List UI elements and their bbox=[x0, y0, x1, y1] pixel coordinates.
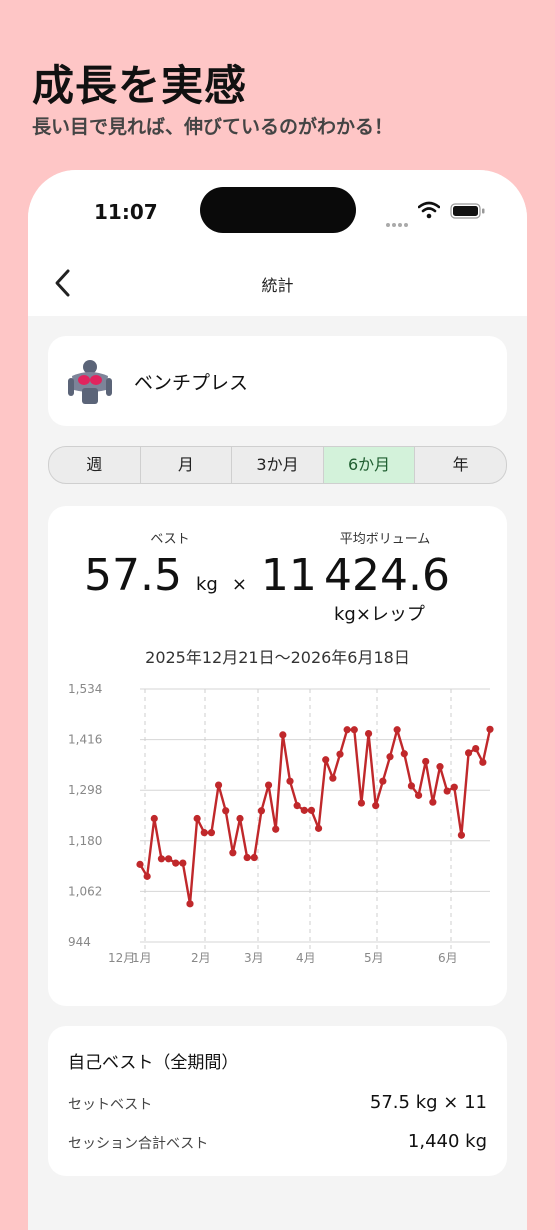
data-point bbox=[400, 750, 408, 758]
top-bar: 11:07 統計 bbox=[28, 170, 527, 316]
wifi-icon bbox=[418, 201, 440, 219]
x-tick-label: 4月 bbox=[296, 951, 316, 965]
record-label-set: セットベスト bbox=[68, 1097, 153, 1113]
data-point bbox=[186, 900, 194, 908]
data-point bbox=[443, 787, 451, 795]
data-point bbox=[172, 859, 180, 867]
data-point bbox=[257, 807, 266, 815]
exercise-name: ベンチプレス bbox=[134, 372, 249, 394]
data-point bbox=[307, 806, 316, 814]
data-point bbox=[314, 824, 323, 832]
data-point bbox=[293, 802, 301, 810]
period-month[interactable]: 月 bbox=[141, 447, 233, 483]
data-point bbox=[422, 757, 430, 766]
y-tick-label: 1,062 bbox=[68, 884, 102, 898]
data-point bbox=[236, 814, 244, 823]
data-point bbox=[486, 725, 494, 733]
data-point bbox=[479, 758, 487, 766]
data-point bbox=[329, 774, 337, 782]
data-point bbox=[393, 726, 401, 734]
data-point bbox=[279, 731, 287, 739]
data-point bbox=[457, 831, 466, 839]
x-tick-label: 6月 bbox=[438, 951, 458, 965]
data-point bbox=[250, 853, 258, 862]
data-point bbox=[164, 855, 173, 863]
data-point bbox=[350, 726, 358, 734]
data-point bbox=[379, 777, 387, 785]
x-tick-label: 5月 bbox=[364, 951, 384, 965]
data-point bbox=[464, 749, 473, 757]
data-point bbox=[179, 859, 187, 867]
status-time: 11:07 bbox=[94, 200, 158, 224]
data-point bbox=[264, 781, 273, 789]
period-year[interactable]: 年 bbox=[415, 447, 506, 483]
records-card: 自己ベスト（全期間） セットベスト 57.5 kg × 11 セッション合計ベス… bbox=[48, 1026, 507, 1176]
data-point bbox=[386, 753, 394, 761]
data-point bbox=[272, 825, 280, 833]
volume-line-chart: 1,5341,4161,2981,1801,06294412月1月 2月 3月 4月 5… bbox=[68, 682, 494, 965]
record-value-set: 57.5 kg × 11 bbox=[369, 1092, 487, 1113]
exercise-card[interactable]: ベンチプレス bbox=[48, 336, 507, 426]
data-point bbox=[243, 853, 251, 862]
data-point bbox=[336, 750, 344, 758]
data-point bbox=[429, 798, 437, 806]
data-point bbox=[357, 799, 366, 807]
dynamic-island bbox=[200, 187, 356, 233]
data-point bbox=[157, 855, 166, 863]
period-3-months[interactable]: 3か月 bbox=[232, 447, 324, 483]
data-point bbox=[150, 814, 158, 823]
x-tick-label: 3月 bbox=[244, 951, 264, 965]
data-point bbox=[436, 763, 444, 771]
data-point bbox=[372, 802, 380, 810]
stats-card: ベスト 57.5 kg × 11 平均ボリューム 424.6 kg×レップ 20… bbox=[48, 506, 507, 1006]
data-point bbox=[193, 814, 201, 823]
record-value-session: 1,440 kg bbox=[407, 1131, 487, 1152]
data-point bbox=[322, 756, 330, 764]
data-point bbox=[286, 777, 294, 785]
volume-series-line bbox=[138, 728, 492, 906]
data-point bbox=[450, 783, 458, 791]
x-tick-label: 1月 bbox=[132, 951, 152, 965]
period-selector: 週 月 3か月 6か月 年 bbox=[48, 446, 507, 484]
y-tick-label: 1,534 bbox=[68, 682, 102, 696]
x-tick-label: 2月 bbox=[191, 951, 211, 965]
nav-title: 統計 bbox=[261, 276, 294, 295]
promo-subline: 長い目で見れば、伸びているのがわかる！ bbox=[32, 116, 394, 138]
data-point bbox=[214, 781, 223, 789]
data-point bbox=[407, 782, 416, 790]
period-week[interactable]: 週 bbox=[49, 447, 141, 483]
y-tick-label: 1,416 bbox=[68, 733, 102, 747]
data-point bbox=[364, 729, 373, 738]
data-point bbox=[300, 806, 308, 814]
y-tick-label: 944 bbox=[68, 935, 91, 949]
record-label-session: セッション合計ベスト bbox=[68, 1136, 209, 1152]
phone-screen: 11:07 統計 ベンチプレス 週 月 3か月 6か月 年 ベスト 57.5 k… bbox=[28, 170, 527, 1230]
data-point bbox=[143, 872, 151, 880]
muscle-torso-icon bbox=[68, 360, 112, 404]
data-point bbox=[207, 829, 216, 837]
promo-headline: 成長を実感 bbox=[32, 61, 248, 110]
battery-icon bbox=[450, 203, 485, 219]
data-point bbox=[200, 829, 208, 837]
records-title: 自己ベスト（全期間） bbox=[68, 1053, 239, 1073]
data-point bbox=[229, 849, 237, 857]
signal-dots-icon bbox=[386, 212, 410, 231]
data-point bbox=[136, 860, 144, 868]
data-point bbox=[414, 791, 423, 799]
data-point bbox=[472, 745, 480, 753]
y-tick-label: 1,180 bbox=[68, 834, 102, 848]
period-6-months[interactable]: 6か月 bbox=[323, 447, 416, 483]
data-point bbox=[343, 726, 351, 734]
y-tick-label: 1,298 bbox=[68, 783, 102, 797]
data-point bbox=[222, 807, 230, 815]
